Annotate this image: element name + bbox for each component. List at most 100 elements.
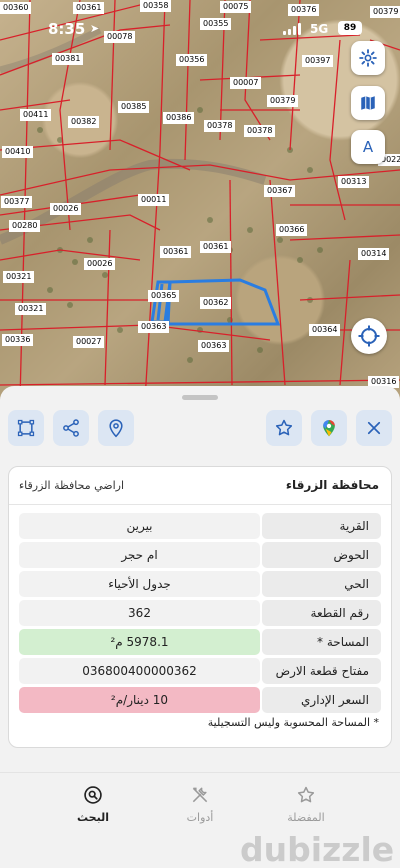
governorate-title: محافظة الزرقاء [285,478,379,492]
compass-button[interactable]: A [351,130,385,164]
polygon-icon [17,419,35,437]
row-admin-price: 10 دينار/م² السعر الإداري [19,687,381,713]
parcel-label: 00358 [140,0,172,12]
parcel-label: 00378 [204,120,236,132]
row-district: جدول الأحياء الحي [19,571,381,597]
map-icon [361,96,375,110]
satellite-map[interactable]: 00360 00361 00358 00075 00376 00078 0035… [0,0,400,400]
district-value: جدول الأحياء [19,571,260,597]
parcel-label: 00381 [52,53,84,65]
share-icon [63,419,79,437]
location-pin-icon [109,419,123,438]
favorite-button[interactable] [266,410,302,446]
row-parcel-key: 036800400000362 مفتاح قطعة الارض [19,658,381,684]
star-icon [275,419,293,436]
compass-letter: A [362,138,374,156]
parcel-label: 00377 [1,196,33,208]
area-value: 5978.1 م² [19,629,260,655]
location-arrow-icon: ➤ [90,22,100,35]
parcel-label: 00026 [50,203,82,215]
parcel-label: 00363 [198,340,230,352]
admin-price-value: 10 دينار/م² [19,687,260,713]
parcel-label: 00007 [230,77,262,89]
parcel-label: 00382 [68,116,100,128]
parcel-label: 00367 [264,185,296,197]
tab-search[interactable]: البحث [53,785,133,824]
basin-label: الحوض [262,542,381,568]
dubizzle-watermark: dubizzle [240,830,395,868]
village-label: القرية [262,513,381,539]
basin-value: ام حجر [19,542,260,568]
parcel-label: 00361 [200,241,232,253]
parcel-label: 00361 [160,246,192,258]
signal-icon [283,23,303,35]
parcel-label: 00386 [163,112,195,124]
row-basin: ام حجر الحوض [19,542,381,568]
parcel-label: 00361 [73,2,105,14]
parcel-label: 00364 [309,324,341,336]
parcel-label: 00336 [2,334,34,346]
parcel-label: 00356 [176,54,208,66]
parcel-label: 00376 [288,4,320,16]
parcel-label: 00011 [138,194,170,206]
row-area: 5978.1 م² المساحة * [19,629,381,655]
parcel-label: 00362 [200,297,232,309]
google-maps-icon [323,420,335,437]
parcel-label: 00363 [138,321,170,333]
locate-me-button[interactable] [351,318,387,354]
village-value: بيرين [19,513,260,539]
tab-tools[interactable]: أدوات [160,785,240,824]
draw-polygon-button[interactable] [8,410,44,446]
parcel-label: 00027 [73,336,105,348]
sheet-drag-handle[interactable] [182,395,218,400]
parcel-label: 00410 [2,146,34,158]
parcel-label: 00411 [20,109,52,121]
crosshair-icon [358,325,380,347]
close-button[interactable] [356,410,392,446]
district-label: الحي [262,571,381,597]
parcel-label: 00379 [370,6,400,18]
close-icon [367,421,381,435]
search-icon [84,786,102,804]
admin-price-label: السعر الإداري [262,687,381,713]
parcel-number-label: رقم القطعة [262,600,381,626]
area-label: المساحة * [262,629,381,655]
parcel-label: 00313 [338,176,370,188]
settings-button[interactable] [351,41,385,75]
battery-indicator: 89 [338,21,362,35]
card-header: محافظة الزرقاء اراضي محافظة الزرقاء [9,467,391,505]
gear-icon [359,49,377,67]
tab-favorites-label: المفضلة [287,811,325,824]
tab-tools-label: أدوات [186,811,214,824]
parcel-label: 00314 [358,248,390,260]
directorate-name: اراضي محافظة الزرقاء [19,479,125,492]
parcel-label: 00360 [0,2,32,14]
layers-button[interactable] [351,86,385,120]
star-icon [297,786,315,803]
parcel-label: 00397 [302,55,334,67]
parcel-label: 00385 [118,101,150,113]
parcel-label: 00379 [267,95,299,107]
tools-icon [192,787,208,803]
parcel-key-value[interactable]: 036800400000362 [19,658,260,684]
parcel-label: 00321 [15,303,47,315]
parcel-label: 00280 [9,220,41,232]
network-type: 5G [310,22,329,36]
parcel-label: 00026 [84,258,116,270]
parcel-key-label: مفتاح قطعة الارض [262,658,381,684]
open-google-maps-button[interactable] [311,410,347,446]
status-time: 8:35 [48,20,86,38]
tab-search-label: البحث [77,811,109,824]
status-bar: 8:35 ➤ 5G 89 [0,18,400,44]
row-village: بيرين القرية [19,513,381,539]
area-footnote: * المساحة المحسوبة وليس التسجيلية [207,716,379,729]
parcel-label: 00321 [3,271,35,283]
tab-favorites[interactable]: المفضلة [266,785,346,824]
parcel-label: 00378 [244,125,276,137]
parcel-label: 00365 [148,290,180,302]
parcel-info-card: محافظة الزرقاء اراضي محافظة الزرقاء بيري… [8,466,392,748]
location-button[interactable] [98,410,134,446]
row-parcel-number: 362 رقم القطعة [19,600,381,626]
parcel-label: 00366 [276,224,308,236]
share-button[interactable] [53,410,89,446]
